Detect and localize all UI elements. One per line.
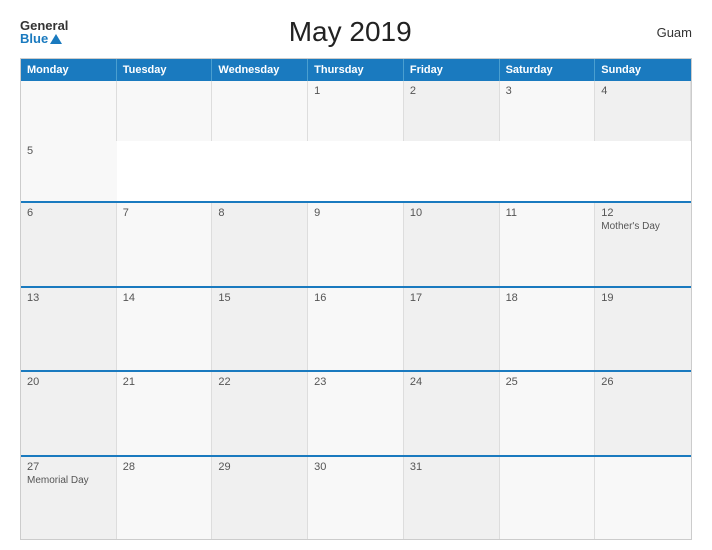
region-label: Guam <box>632 25 692 40</box>
calendar-cell: 27 Memorial Day <box>21 457 117 540</box>
calendar-cell: 17 <box>404 288 500 371</box>
calendar-cell: 3 <box>500 81 596 141</box>
day-number: 12 <box>601 207 685 219</box>
calendar-cell <box>595 457 691 540</box>
day-number: 24 <box>410 376 493 388</box>
day-number: 28 <box>123 461 206 473</box>
calendar-week: 6 78 9 10 11 12 Mother's Day <box>21 201 691 286</box>
day-number: 6 <box>27 207 110 219</box>
day-number: 22 <box>218 376 301 388</box>
calendar-header-cell: Tuesday <box>117 59 213 81</box>
day-number: 21 <box>123 376 206 388</box>
calendar-cell: 13 <box>21 288 117 371</box>
logo-blue-text: Blue <box>20 32 48 45</box>
calendar-header-cell: Friday <box>404 59 500 81</box>
calendar-cell: 11 <box>500 203 596 286</box>
header: General Blue May 2019 Guam <box>20 16 692 48</box>
calendar-cell: 24 <box>404 372 500 455</box>
calendar-cell: 25 <box>500 372 596 455</box>
calendar-cell: 9 <box>308 203 404 286</box>
event-label: Mother's Day <box>601 221 685 232</box>
calendar-cell: 14 <box>117 288 213 371</box>
calendar-title: May 2019 <box>68 16 632 48</box>
calendar-cell <box>21 81 117 141</box>
event-label: Memorial Day <box>27 475 110 486</box>
day-number: 8 <box>218 207 301 219</box>
day-number: 18 <box>506 292 589 304</box>
day-number: 2 <box>410 85 493 97</box>
day-number: 10 <box>410 207 493 219</box>
day-number: 5 <box>27 145 111 157</box>
calendar-cell: 22 <box>212 372 308 455</box>
day-number: 29 <box>218 461 301 473</box>
calendar-week: 27 Memorial Day 28 29 30 31 <box>21 455 691 540</box>
calendar-cell: 29 <box>212 457 308 540</box>
calendar-body: 123456789101112Mother's Day1314151617181… <box>21 81 691 539</box>
day-number: 9 <box>314 207 397 219</box>
calendar-cell: 7 <box>117 203 213 286</box>
calendar-cell: 30 <box>308 457 404 540</box>
day-number: 4 <box>601 85 684 97</box>
day-number: 27 <box>27 461 110 473</box>
logo: General Blue <box>20 19 68 45</box>
calendar-cell: 21 <box>117 372 213 455</box>
calendar-header: MondayTuesdayWednesdayThursdayFridaySatu… <box>21 59 691 81</box>
day-number: 19 <box>601 292 685 304</box>
calendar-week: 20 21 22 23 24 25 26 <box>21 370 691 455</box>
calendar-cell <box>117 81 213 141</box>
day-number: 20 <box>27 376 110 388</box>
calendar-cell: 8 <box>212 203 308 286</box>
calendar-header-cell: Monday <box>21 59 117 81</box>
calendar: MondayTuesdayWednesdayThursdayFridaySatu… <box>20 58 692 540</box>
day-number: 30 <box>314 461 397 473</box>
calendar-cell: 19 <box>595 288 691 371</box>
day-number: 13 <box>27 292 110 304</box>
day-number: 1 <box>314 85 397 97</box>
day-number: 17 <box>410 292 493 304</box>
day-number: 31 <box>410 461 493 473</box>
calendar-week: 13 14 15 16 17 18 19 <box>21 286 691 371</box>
day-number: 7 <box>123 207 206 219</box>
calendar-cell: 16 <box>308 288 404 371</box>
page: General Blue May 2019 Guam MondayTuesday… <box>0 0 712 550</box>
calendar-cell: 1 <box>308 81 404 141</box>
calendar-cell: 23 <box>308 372 404 455</box>
day-number: 14 <box>123 292 206 304</box>
calendar-cell: 5 <box>21 141 117 201</box>
calendar-cell: 6 <box>21 203 117 286</box>
calendar-cell: 12 Mother's Day <box>595 203 691 286</box>
calendar-week: 1 2 34 5 <box>21 81 691 201</box>
calendar-cell <box>212 81 308 141</box>
day-number: 16 <box>314 292 397 304</box>
day-number: 15 <box>218 292 301 304</box>
calendar-cell: 28 <box>117 457 213 540</box>
day-number: 26 <box>601 376 685 388</box>
calendar-cell: 15 <box>212 288 308 371</box>
calendar-cell: 10 <box>404 203 500 286</box>
day-number: 3 <box>506 85 589 97</box>
day-number: 25 <box>506 376 589 388</box>
calendar-header-cell: Sunday <box>595 59 691 81</box>
calendar-cell: 18 <box>500 288 596 371</box>
day-number: 23 <box>314 376 397 388</box>
calendar-header-cell: Wednesday <box>212 59 308 81</box>
calendar-cell: 26 <box>595 372 691 455</box>
calendar-cell: 2 <box>404 81 500 141</box>
calendar-cell <box>500 457 596 540</box>
calendar-cell: 20 <box>21 372 117 455</box>
calendar-header-cell: Saturday <box>500 59 596 81</box>
logo-triangle-icon <box>50 34 62 44</box>
day-number: 11 <box>506 207 589 219</box>
calendar-header-cell: Thursday <box>308 59 404 81</box>
calendar-cell: 4 <box>595 81 691 141</box>
calendar-cell: 31 <box>404 457 500 540</box>
